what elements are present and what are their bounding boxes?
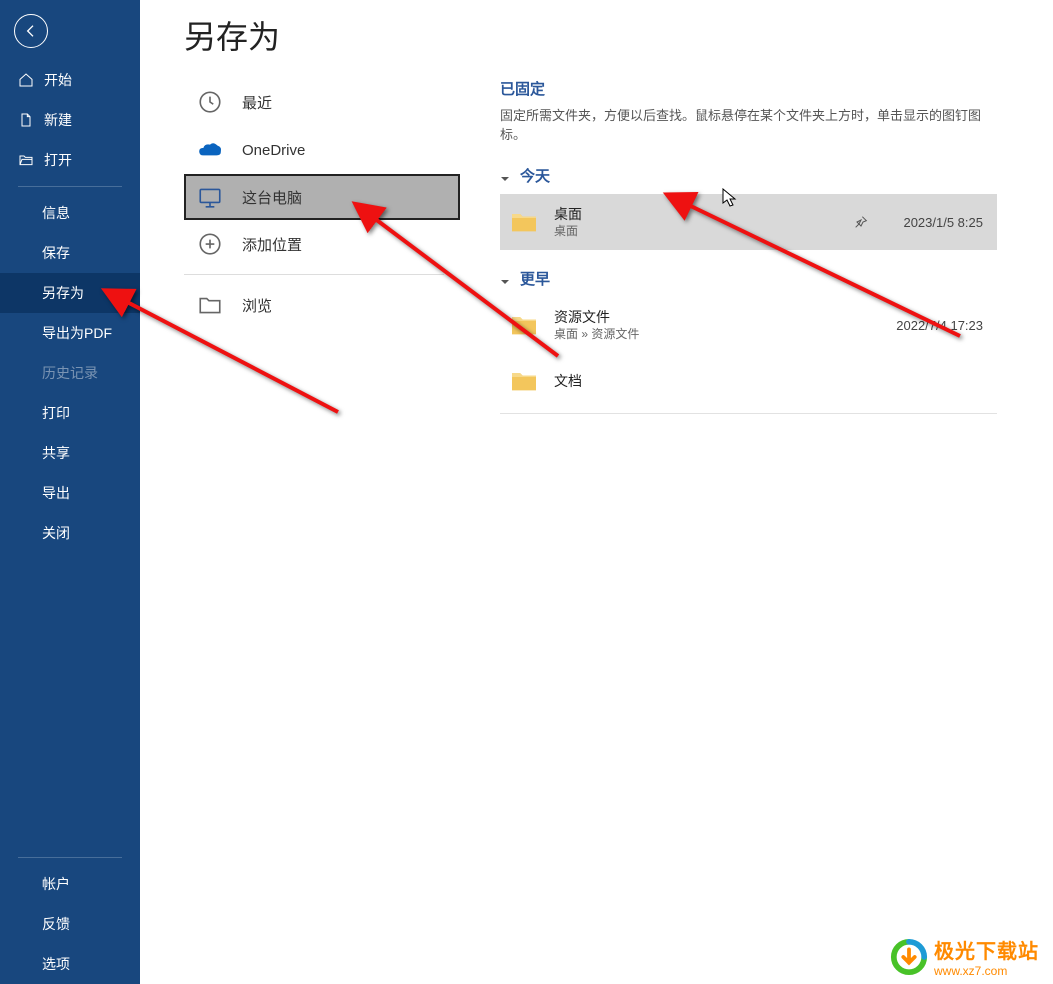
sidebar-item-label: 关闭 bbox=[42, 523, 70, 543]
sidebar-item-label: 另存为 bbox=[42, 283, 84, 303]
sidebar-item-label: 保存 bbox=[42, 243, 70, 263]
sidebar: 开始 新建 打开 信息 保存 另存为 导出为PDF 历史记录 bbox=[0, 0, 140, 984]
sidebar-item-label: 新建 bbox=[44, 110, 72, 130]
sidebar-item-close[interactable]: 关闭 bbox=[0, 513, 140, 553]
back-button[interactable] bbox=[14, 14, 48, 48]
sidebar-item-label: 信息 bbox=[42, 203, 70, 223]
sidebar-item-label: 共享 bbox=[42, 443, 70, 463]
location-addplace[interactable]: 添加位置 bbox=[184, 220, 460, 268]
sidebar-separator bbox=[18, 186, 122, 187]
sidebar-item-account[interactable]: 帐户 bbox=[0, 864, 140, 904]
browse-folder-icon bbox=[196, 291, 224, 319]
location-label: 浏览 bbox=[242, 295, 272, 316]
watermark: 极光下载站 www.xz7.com bbox=[890, 935, 1039, 978]
group-title: 更早 bbox=[520, 268, 550, 289]
folder-icon bbox=[508, 309, 540, 341]
watermark-logo-icon bbox=[890, 938, 928, 976]
pinned-heading: 已固定 bbox=[500, 78, 997, 99]
location-onedrive[interactable]: OneDrive bbox=[184, 126, 460, 174]
location-label: 最近 bbox=[242, 92, 272, 113]
folder-date: 2023/1/5 8:25 bbox=[903, 215, 983, 230]
watermark-url: www.xz7.com bbox=[934, 964, 1039, 978]
sidebar-item-history: 历史记录 bbox=[0, 353, 140, 393]
folder-path: 桌面 » 资源文件 bbox=[554, 326, 884, 342]
sidebar-item-open[interactable]: 打开 bbox=[0, 140, 140, 180]
sidebar-item-options[interactable]: 选项 bbox=[0, 944, 140, 984]
location-label: 这台电脑 bbox=[242, 187, 302, 208]
folder-path: 桌面 bbox=[554, 223, 853, 239]
clock-icon bbox=[196, 88, 224, 116]
location-label: 添加位置 bbox=[242, 234, 302, 255]
chevron-down-icon bbox=[500, 274, 510, 284]
folder-icon bbox=[508, 206, 540, 238]
sidebar-item-feedback[interactable]: 反馈 bbox=[0, 904, 140, 944]
add-location-icon bbox=[196, 230, 224, 258]
sidebar-item-label: 导出为PDF bbox=[42, 323, 112, 343]
sidebar-item-label: 选项 bbox=[42, 954, 70, 974]
folder-row-documents[interactable]: 文档 bbox=[500, 353, 997, 409]
file-icon bbox=[18, 112, 34, 128]
sidebar-item-exportpdf[interactable]: 导出为PDF bbox=[0, 313, 140, 353]
open-folder-icon bbox=[18, 152, 34, 168]
pinned-description: 固定所需文件夹，方便以后查找。鼠标悬停在某个文件夹上方时，单击显示的图钉图标。 bbox=[500, 105, 997, 143]
list-separator bbox=[500, 413, 997, 414]
folder-row-desktop[interactable]: 桌面 桌面 2023/1/5 8:25 bbox=[500, 194, 997, 250]
onedrive-icon bbox=[196, 136, 224, 164]
location-recent[interactable]: 最近 bbox=[184, 78, 460, 126]
group-header-earlier[interactable]: 更早 bbox=[500, 268, 997, 289]
sidebar-item-label: 打印 bbox=[42, 403, 70, 423]
sidebar-item-label: 反馈 bbox=[42, 914, 70, 934]
sidebar-item-new[interactable]: 新建 bbox=[0, 100, 140, 140]
sidebar-item-label: 开始 bbox=[44, 70, 72, 90]
folder-name: 桌面 bbox=[554, 205, 853, 223]
sidebar-item-label: 导出 bbox=[42, 483, 70, 503]
recent-folders-pane: 已固定 固定所需文件夹，方便以后查找。鼠标悬停在某个文件夹上方时，单击显示的图钉… bbox=[460, 78, 1053, 984]
sidebar-item-home[interactable]: 开始 bbox=[0, 60, 140, 100]
location-label: OneDrive bbox=[242, 142, 305, 159]
sidebar-item-export[interactable]: 导出 bbox=[0, 473, 140, 513]
sidebar-item-print[interactable]: 打印 bbox=[0, 393, 140, 433]
folder-name: 资源文件 bbox=[554, 308, 884, 326]
folder-icon bbox=[508, 365, 540, 397]
group-header-today[interactable]: 今天 bbox=[500, 165, 997, 186]
main-area: 另存为 最近 OneDrive bbox=[140, 0, 1053, 984]
group-title: 今天 bbox=[520, 165, 550, 186]
locations-list: 最近 OneDrive 这台电脑 bbox=[184, 78, 460, 984]
folder-date: 2022/7/4 17:23 bbox=[896, 318, 983, 333]
sidebar-item-info[interactable]: 信息 bbox=[0, 193, 140, 233]
sidebar-item-saveas[interactable]: 另存为 bbox=[0, 273, 140, 313]
pin-icon[interactable] bbox=[853, 214, 869, 230]
page-title: 另存为 bbox=[140, 0, 1053, 78]
home-icon bbox=[18, 72, 34, 88]
sidebar-item-save[interactable]: 保存 bbox=[0, 233, 140, 273]
watermark-title: 极光下载站 bbox=[934, 935, 1039, 964]
folder-name: 文档 bbox=[554, 372, 983, 390]
this-pc-icon bbox=[196, 183, 224, 211]
sidebar-item-label: 历史记录 bbox=[42, 363, 98, 383]
location-thispc[interactable]: 这台电脑 bbox=[184, 174, 460, 220]
chevron-down-icon bbox=[500, 171, 510, 181]
sidebar-item-label: 打开 bbox=[44, 150, 72, 170]
location-browse[interactable]: 浏览 bbox=[184, 281, 460, 329]
sidebar-item-share[interactable]: 共享 bbox=[0, 433, 140, 473]
locations-separator bbox=[184, 274, 444, 275]
folder-row-resources[interactable]: 资源文件 桌面 » 资源文件 2022/7/4 17:23 bbox=[500, 297, 997, 353]
sidebar-item-label: 帐户 bbox=[42, 874, 70, 894]
sidebar-separator bbox=[18, 857, 122, 858]
